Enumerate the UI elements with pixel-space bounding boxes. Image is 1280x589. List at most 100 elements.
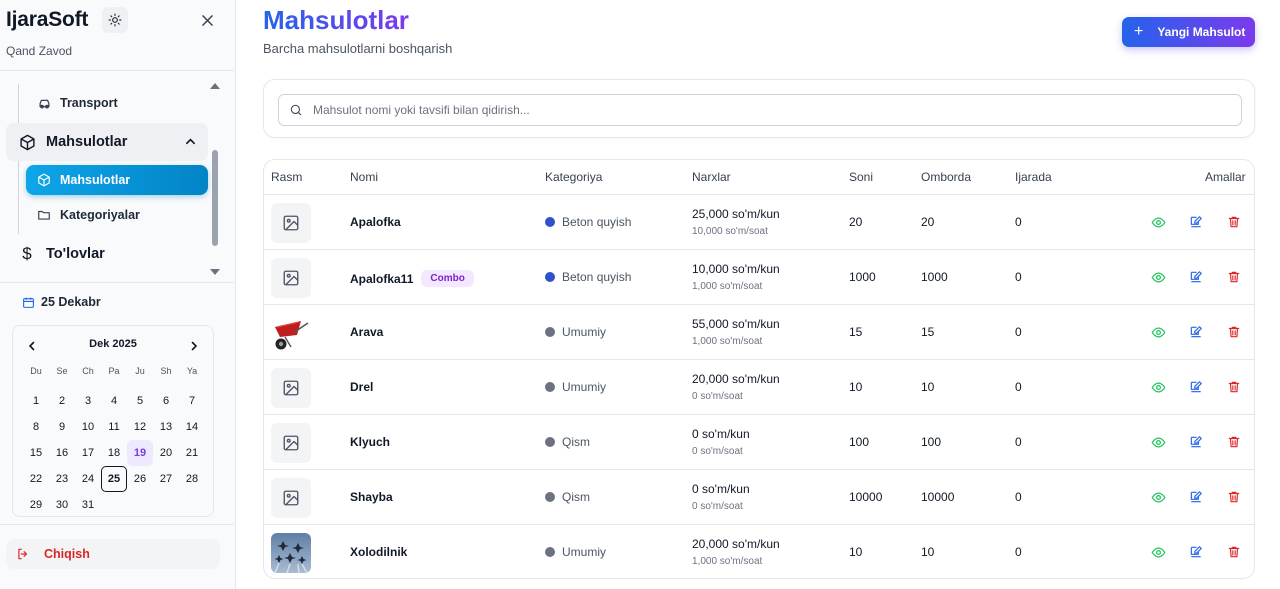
calendar-day[interactable]: 16: [49, 440, 75, 466]
product-category: Beton quyish: [545, 270, 631, 284]
product-name-text: Klyuch: [350, 435, 391, 449]
calendar-day[interactable]: 17: [75, 440, 101, 466]
column-header-nomi: Nomi: [350, 170, 379, 184]
calendar-day[interactable]: 30: [49, 492, 75, 518]
price-per-hour: 1,000 so'm/soat: [692, 336, 763, 347]
view-button[interactable]: [1150, 324, 1166, 340]
trash-icon: [1228, 381, 1240, 393]
product-name-text: Drel: [350, 380, 374, 394]
delete-button[interactable]: [1226, 269, 1242, 285]
category-label: Beton quyish: [562, 215, 632, 229]
edit-icon: [1190, 491, 1202, 503]
search-input[interactable]: [313, 103, 1193, 117]
close-sidebar-button[interactable]: [196, 9, 218, 31]
new-product-button[interactable]: + Yangi Mahsulot: [1122, 17, 1255, 47]
calendar-day[interactable]: 26: [127, 466, 153, 492]
sidebar-item-mahsulotlar[interactable]: Mahsulotlar: [26, 165, 208, 195]
calendar-day[interactable]: 31: [75, 492, 101, 518]
edit-button[interactable]: [1188, 324, 1204, 340]
calendar-day[interactable]: 15: [23, 440, 49, 466]
sidebar-item-transport[interactable]: Transport: [26, 88, 208, 118]
delete-button[interactable]: [1226, 214, 1242, 230]
calendar-day[interactable]: 19: [127, 440, 153, 466]
view-button[interactable]: [1150, 269, 1166, 285]
edit-button[interactable]: [1188, 489, 1204, 505]
calendar-day[interactable]: 11: [101, 414, 127, 440]
table-row: Xolodilnik Umumiy 20,000 so'm/kun 1,000 so'…: [264, 525, 1254, 578]
edit-button[interactable]: [1188, 214, 1204, 230]
category-dot: [545, 547, 555, 557]
product-category: Beton quyish: [545, 215, 631, 229]
view-button[interactable]: [1150, 214, 1166, 230]
sidebar-item-tolovlar[interactable]: $ To'lovlar: [6, 235, 208, 273]
sidebar-item-label: Transport: [60, 96, 118, 110]
price-per-hour: 0 so'm/soat: [692, 501, 743, 512]
calendar-day[interactable]: 13: [153, 414, 179, 440]
calendar-day[interactable]: 1: [23, 388, 49, 414]
calendar-day[interactable]: 6: [153, 388, 179, 414]
product-name: Arava: [350, 325, 383, 339]
calendar-day[interactable]: 22: [23, 466, 49, 492]
category-label: Umumiy: [562, 380, 606, 394]
calendar-day[interactable]: 20: [153, 440, 179, 466]
calendar-day[interactable]: 24: [75, 466, 101, 492]
edit-button[interactable]: [1188, 379, 1204, 395]
sidebar-item-kategoriyalar[interactable]: Kategoriyalar: [26, 200, 208, 230]
calendar-day[interactable]: 12: [127, 414, 153, 440]
product-name: Xolodilnik: [350, 545, 407, 559]
calendar-day[interactable]: 7: [179, 388, 205, 414]
quantity-in-stock: 10000: [921, 490, 955, 504]
calendar-day[interactable]: 28: [179, 466, 205, 492]
calendar-day[interactable]: 2: [49, 388, 75, 414]
calendar-next-button[interactable]: [189, 338, 199, 356]
eye-icon: [1151, 271, 1165, 283]
close-icon: [201, 14, 213, 26]
sidebar-item-label: To'lovlar: [46, 246, 105, 262]
calendar-day[interactable]: 29: [23, 492, 49, 518]
logout-button[interactable]: Chiqish: [6, 539, 220, 569]
car-icon: [36, 95, 52, 111]
delete-button[interactable]: [1226, 324, 1242, 340]
eye-icon: [1151, 546, 1165, 558]
calendar-day[interactable]: 4: [101, 388, 127, 414]
view-button[interactable]: [1150, 434, 1166, 450]
calendar-day[interactable]: 5: [127, 388, 153, 414]
edit-button[interactable]: [1188, 434, 1204, 450]
image-placeholder-icon: [271, 368, 311, 408]
view-button[interactable]: [1150, 379, 1166, 395]
sidebar-scrollbar[interactable]: [212, 150, 218, 246]
calendar-day[interactable]: 3: [75, 388, 101, 414]
calendar-day[interactable]: 10: [75, 414, 101, 440]
quantity-in-stock: 20: [921, 215, 935, 229]
brand-logo: IjaraSoft: [6, 8, 89, 31]
scroll-up-arrow[interactable]: [209, 82, 221, 90]
page-subtitle: Barcha mahsulotlarni boshqarish: [263, 41, 453, 56]
eye-icon: [1151, 491, 1165, 503]
dollar-icon: $: [22, 244, 32, 263]
sidebar-group-mahsulotlar[interactable]: Mahsulotlar: [6, 123, 208, 161]
calendar-day[interactable]: 14: [179, 414, 205, 440]
delete-button[interactable]: [1226, 434, 1242, 450]
search-icon: [290, 104, 302, 116]
calendar-month: Dek 2025: [89, 338, 137, 350]
scroll-down-arrow[interactable]: [209, 268, 221, 276]
edit-icon: [1190, 436, 1202, 448]
calendar-day[interactable]: 9: [49, 414, 75, 440]
calendar-day[interactable]: 23: [49, 466, 75, 492]
view-button[interactable]: [1150, 489, 1166, 505]
edit-button[interactable]: [1188, 269, 1204, 285]
theme-toggle-button[interactable]: [102, 7, 128, 33]
price-per-day: 25,000 so'm/kun: [692, 207, 780, 221]
delete-button[interactable]: [1226, 379, 1242, 395]
calendar-day[interactable]: 25: [101, 466, 127, 492]
table-header: Rasm Nomi Kategoriya Narxlar Soni Ombord…: [264, 160, 1254, 195]
view-button[interactable]: [1150, 544, 1166, 560]
calendar-day[interactable]: 27: [153, 466, 179, 492]
calendar-day[interactable]: 18: [101, 440, 127, 466]
calendar-day[interactable]: 21: [179, 440, 205, 466]
delete-button[interactable]: [1226, 489, 1242, 505]
eye-icon: [1151, 381, 1165, 393]
edit-button[interactable]: [1188, 544, 1204, 560]
delete-button[interactable]: [1226, 544, 1242, 560]
calendar-day[interactable]: 8: [23, 414, 49, 440]
